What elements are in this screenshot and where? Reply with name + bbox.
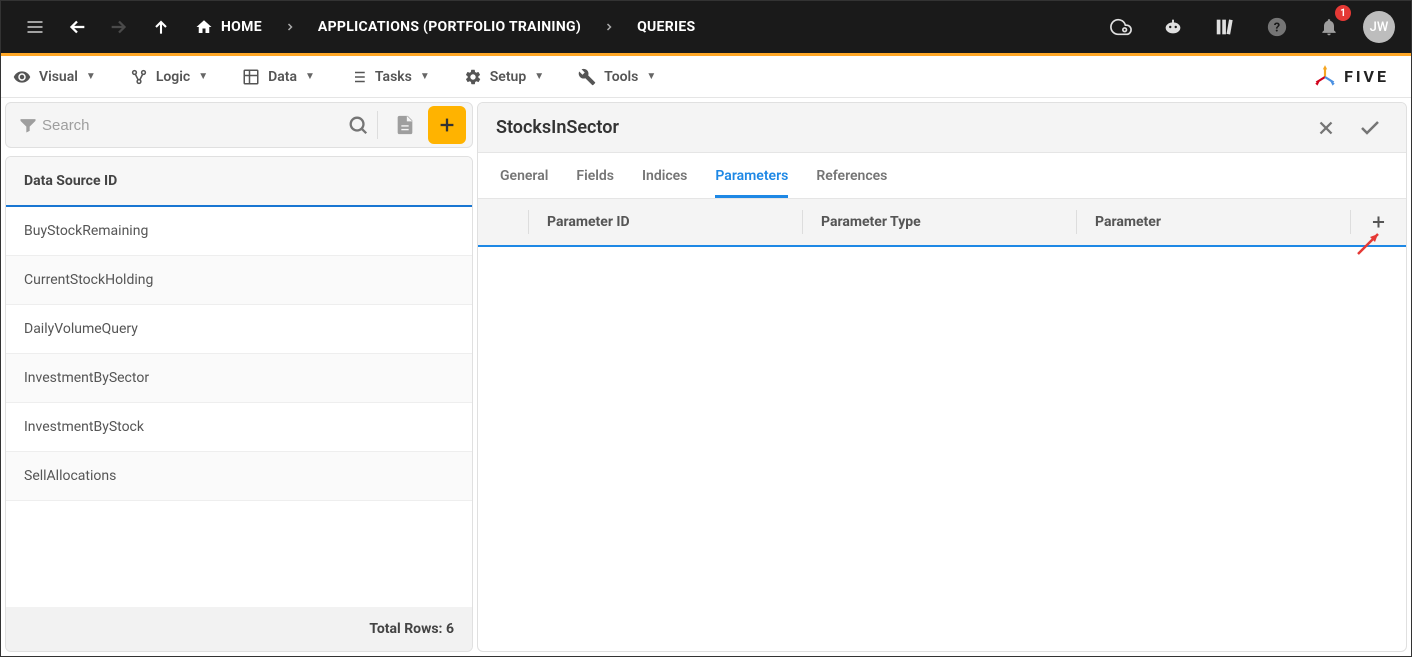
menu-label: Tasks <box>375 69 412 85</box>
main-content: Data Source ID BuyStockRemaining Current… <box>1 98 1411 656</box>
menu-visual[interactable]: Visual ▼ <box>13 68 96 86</box>
topbar-right: ? 1 JW <box>1103 9 1395 45</box>
eye-icon <box>13 68 31 86</box>
confirm-button[interactable] <box>1352 110 1388 146</box>
dropdown-triangle-icon: ▼ <box>646 71 656 82</box>
parameters-table-header: Parameter ID Parameter Type Parameter <box>478 199 1406 247</box>
avatar[interactable]: JW <box>1363 11 1395 43</box>
menubar: Visual ▼ Logic ▼ Data ▼ Tasks ▼ Setup ▼ Tools… <box>1 56 1411 98</box>
add-parameter-button[interactable] <box>1350 210 1406 234</box>
menu-data[interactable]: Data ▼ <box>242 68 315 86</box>
dropdown-triangle-icon: ▼ <box>86 71 96 82</box>
home-icon <box>195 18 213 36</box>
breadcrumb-app-label: APPLICATIONS (PORTFOLIO TRAINING) <box>318 19 581 35</box>
plus-icon <box>1369 212 1388 232</box>
brand-text: FIVE <box>1344 67 1389 86</box>
data-source-list: Data Source ID BuyStockRemaining Current… <box>5 156 473 652</box>
forward-arrow-icon <box>101 9 137 45</box>
list-item[interactable]: DailyVolumeQuery <box>6 305 472 354</box>
check-icon <box>1358 116 1382 140</box>
detail-panel: StocksInSector General Fields Indices Pa… <box>477 102 1407 652</box>
breadcrumb-page-label: QUERIES <box>637 19 695 35</box>
logic-icon <box>130 68 148 86</box>
column-parameter[interactable]: Parameter <box>1076 210 1350 234</box>
tab-indices[interactable]: Indices <box>642 153 687 198</box>
menu-setup[interactable]: Setup ▼ <box>464 68 544 86</box>
detail-header: StocksInSector <box>478 103 1406 153</box>
tab-general[interactable]: General <box>500 153 548 198</box>
list-item[interactable]: InvestmentBySector <box>6 354 472 403</box>
hamburger-menu-icon[interactable] <box>17 9 53 45</box>
column-parameter-type[interactable]: Parameter Type <box>802 210 1076 234</box>
add-button[interactable] <box>428 106 466 144</box>
menu-tools[interactable]: Tools ▼ <box>578 68 656 86</box>
up-arrow-icon[interactable] <box>143 9 179 45</box>
chevron-right-icon <box>597 21 621 33</box>
help-icon[interactable]: ? <box>1259 9 1295 45</box>
bell-icon <box>1319 17 1339 37</box>
gear-icon <box>464 68 482 86</box>
search-input[interactable] <box>42 117 343 134</box>
dropdown-triangle-icon: ▼ <box>305 71 315 82</box>
list-footer: Total Rows: 6 <box>6 607 472 651</box>
five-logo-icon <box>1312 64 1338 90</box>
menu-label: Tools <box>604 69 638 85</box>
back-arrow-icon[interactable] <box>59 9 95 45</box>
close-button[interactable] <box>1308 110 1344 146</box>
document-button[interactable] <box>386 106 424 144</box>
search-icon[interactable] <box>347 114 369 136</box>
dropdown-triangle-icon: ▼ <box>198 71 208 82</box>
breadcrumb-home[interactable]: HOME <box>185 18 272 36</box>
list-item[interactable]: BuyStockRemaining <box>6 207 472 256</box>
topbar: HOME APPLICATIONS (PORTFOLIO TRAINING) Q… <box>1 1 1411 53</box>
list-item[interactable]: InvestmentByStock <box>6 403 472 452</box>
brand-logo: FIVE <box>1312 64 1399 90</box>
tasks-icon <box>349 68 367 86</box>
filter-icon[interactable] <box>18 115 38 135</box>
bot-icon[interactable] <box>1155 9 1191 45</box>
notifications-button[interactable]: 1 <box>1311 9 1347 45</box>
menu-label: Data <box>268 69 297 85</box>
detail-title: StocksInSector <box>496 117 619 138</box>
cloud-icon[interactable] <box>1103 9 1139 45</box>
tab-references[interactable]: References <box>816 153 887 198</box>
grid-icon <box>242 68 260 86</box>
breadcrumb-applications[interactable]: APPLICATIONS (PORTFOLIO TRAINING) <box>308 19 591 35</box>
breadcrumb-home-label: HOME <box>221 19 262 35</box>
list-item[interactable]: CurrentStockHolding <box>6 256 472 305</box>
menu-label: Setup <box>490 69 526 85</box>
menu-label: Visual <box>39 69 78 85</box>
menu-label: Logic <box>156 69 190 85</box>
close-icon <box>1315 117 1337 139</box>
tabs: General Fields Indices Parameters Refere… <box>478 153 1406 199</box>
column-checkbox <box>478 210 528 234</box>
breadcrumb-queries[interactable]: QUERIES <box>627 19 705 35</box>
library-icon[interactable] <box>1207 9 1243 45</box>
svg-text:?: ? <box>1274 21 1280 36</box>
list-column-header[interactable]: Data Source ID <box>6 157 472 207</box>
detail-actions <box>1308 110 1388 146</box>
dropdown-triangle-icon: ▼ <box>534 71 544 82</box>
menu-tasks[interactable]: Tasks ▼ <box>349 68 430 86</box>
column-parameter-id[interactable]: Parameter ID <box>528 210 802 234</box>
left-panel: Data Source ID BuyStockRemaining Current… <box>5 102 473 652</box>
chevron-right-icon <box>278 21 302 33</box>
tools-icon <box>578 68 596 86</box>
topbar-left: HOME APPLICATIONS (PORTFOLIO TRAINING) Q… <box>17 9 705 45</box>
plus-icon <box>436 114 458 136</box>
menu-logic[interactable]: Logic ▼ <box>130 68 208 86</box>
tab-parameters[interactable]: Parameters <box>715 153 788 198</box>
tab-fields[interactable]: Fields <box>576 153 614 198</box>
list-item[interactable]: SellAllocations <box>6 452 472 501</box>
list-body: BuyStockRemaining CurrentStockHolding Da… <box>6 207 472 607</box>
document-icon <box>394 114 416 136</box>
search-bar <box>5 102 473 148</box>
notification-badge: 1 <box>1335 5 1351 21</box>
dropdown-triangle-icon: ▼ <box>420 71 430 82</box>
divider <box>377 111 378 139</box>
